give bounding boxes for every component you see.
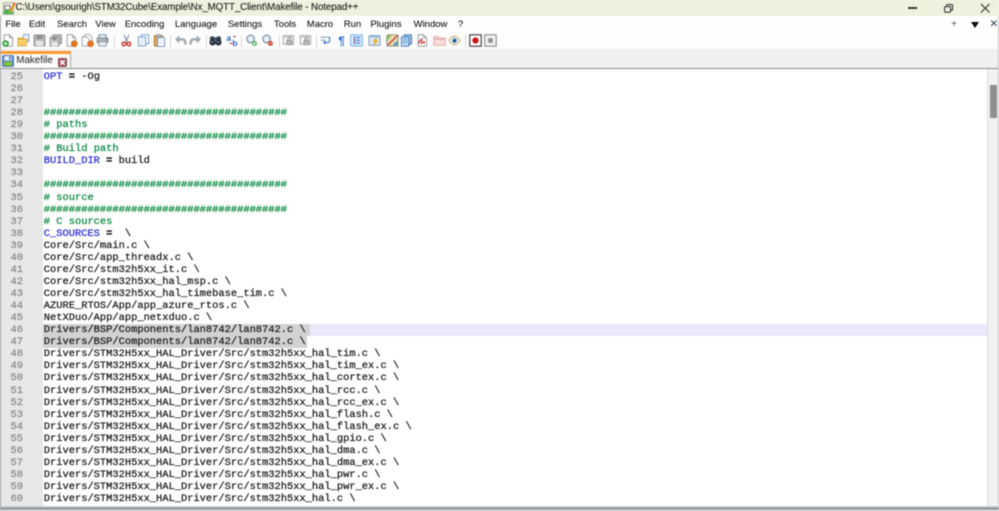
svg-text:¶: ¶ bbox=[338, 36, 345, 47]
svg-text:a: a bbox=[226, 34, 231, 43]
svg-text:b: b bbox=[232, 38, 237, 47]
